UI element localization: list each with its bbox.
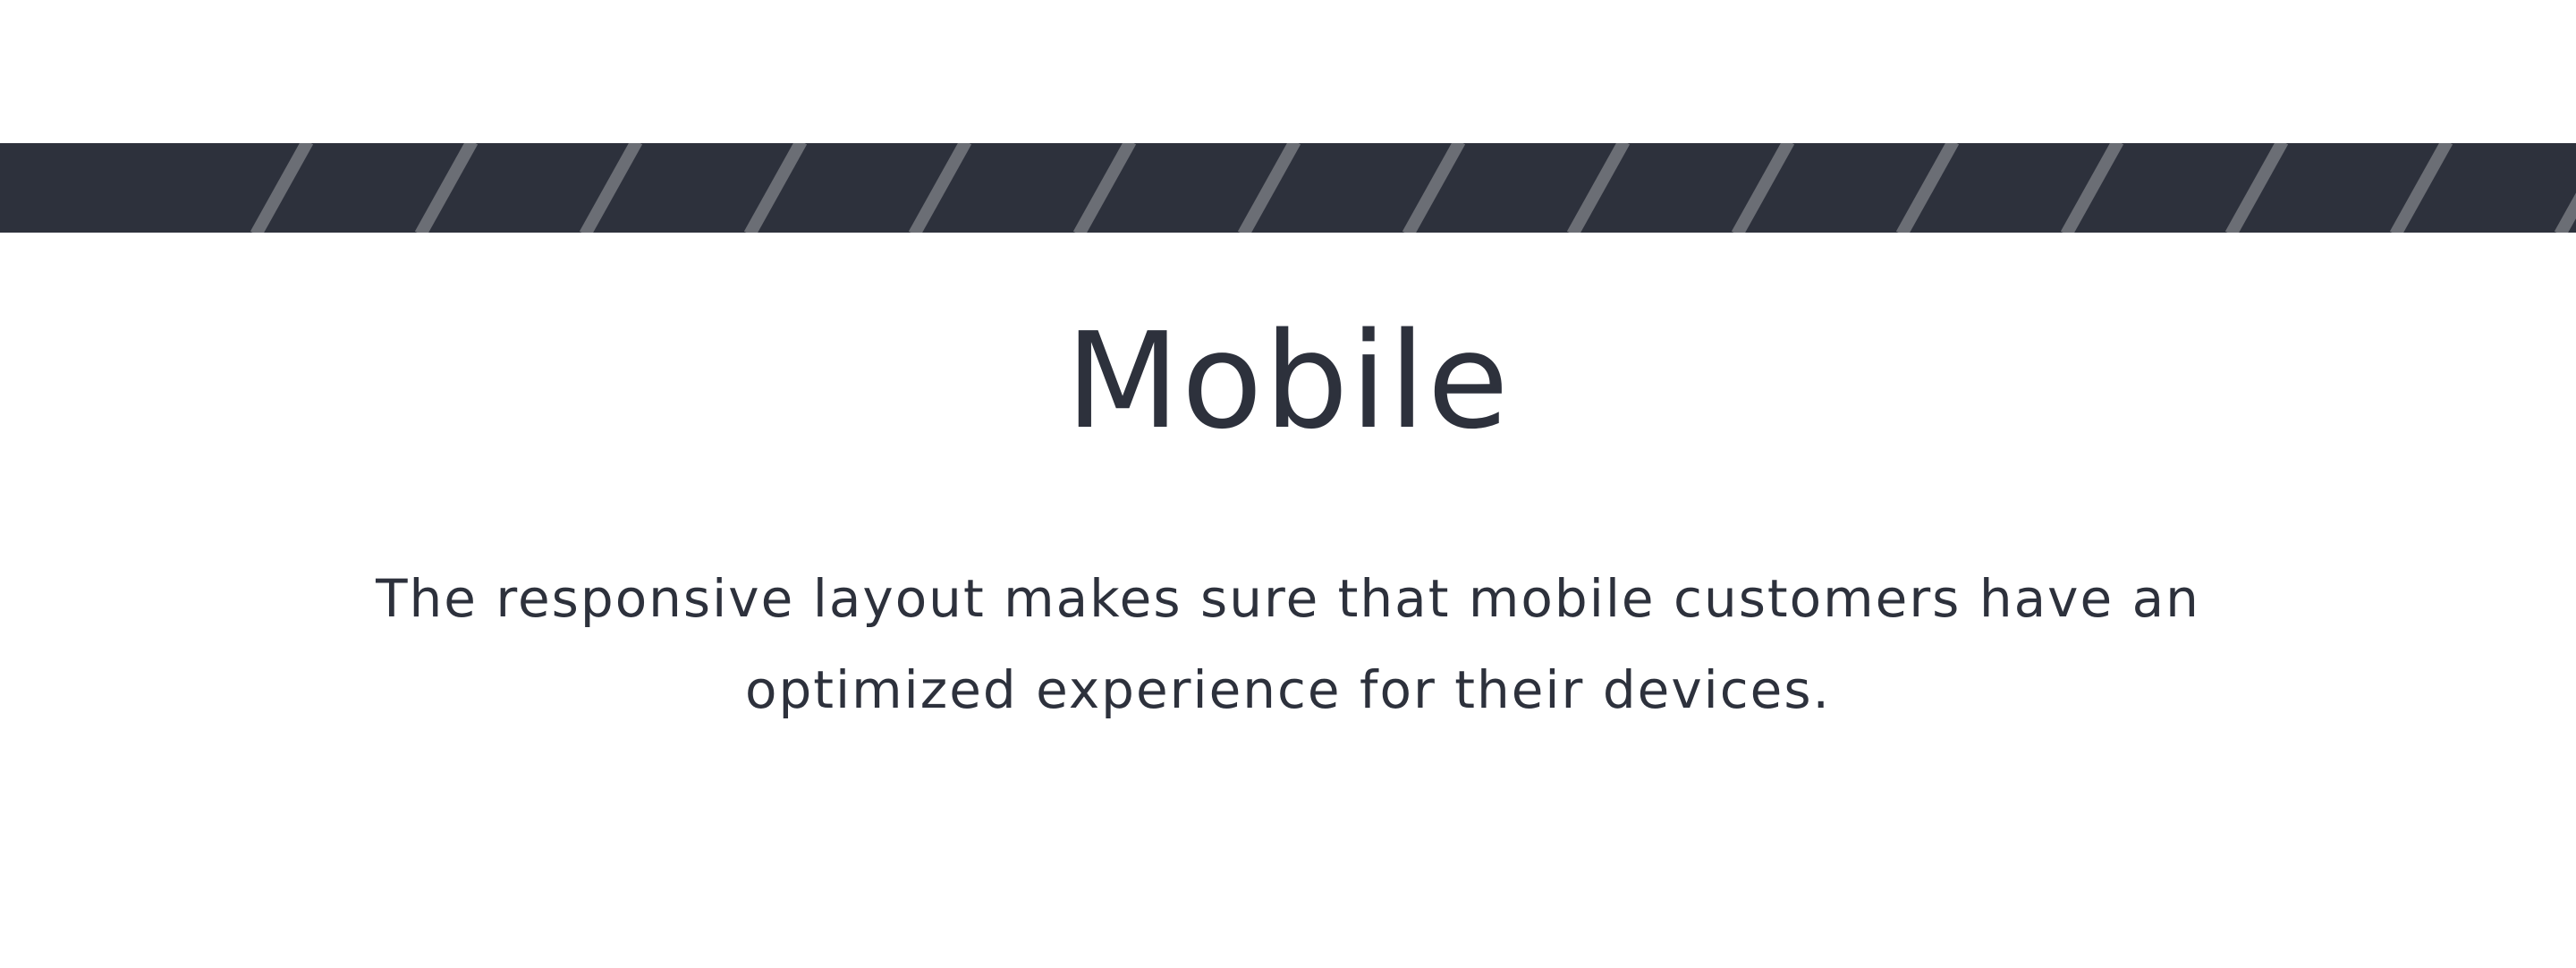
stripe-line bbox=[743, 143, 808, 233]
stripe-line bbox=[1237, 143, 1301, 233]
stripe-line bbox=[2060, 143, 2124, 233]
stripe-line bbox=[1731, 143, 1795, 233]
section-title: Mobile bbox=[1065, 304, 1511, 458]
stripe-line bbox=[579, 143, 643, 233]
stripe-line bbox=[1072, 143, 1137, 233]
feature-section: Mobile The responsive layout makes sure … bbox=[0, 233, 2576, 735]
stripe-line bbox=[1895, 143, 1960, 233]
stripe-line bbox=[1402, 143, 1466, 233]
striped-banner bbox=[0, 143, 2576, 233]
diagonal-stripes bbox=[250, 143, 2576, 233]
stripe-line bbox=[1566, 143, 1631, 233]
stripe-line bbox=[2389, 143, 2453, 233]
stripe-line bbox=[908, 143, 972, 233]
feature-page: Mobile The responsive layout makes sure … bbox=[0, 0, 2576, 968]
stripe-line bbox=[2224, 143, 2289, 233]
stripe-line bbox=[2554, 192, 2576, 233]
stripe-line bbox=[250, 143, 314, 233]
stripe-line bbox=[414, 143, 479, 233]
section-description: The responsive layout makes sure that mo… bbox=[376, 568, 2200, 720]
